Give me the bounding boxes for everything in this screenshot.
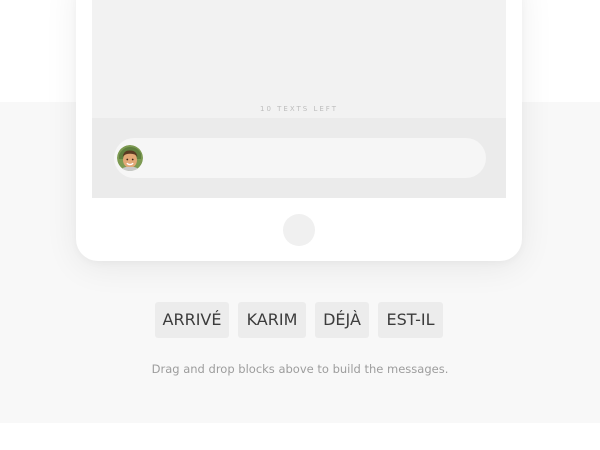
texts-left-counter: 10 TEXTS LEFT	[260, 105, 338, 113]
message-drop-field[interactable]	[114, 138, 486, 178]
page: 10 TEXTS LEFT ARRIVÉ KARIM DÉJÀ EST-IL D…	[0, 0, 600, 450]
avatar-portrait-icon	[117, 145, 143, 171]
word-block-arrive[interactable]: ARRIVÉ	[155, 302, 229, 338]
message-input-bar	[92, 118, 506, 198]
word-block-deja[interactable]: DÉJÀ	[315, 302, 369, 338]
phone-home-button	[283, 214, 315, 246]
word-block-est-il[interactable]: EST-IL	[378, 302, 443, 338]
user-avatar	[117, 145, 143, 171]
word-block-karim[interactable]: KARIM	[238, 302, 306, 338]
drag-drop-instructions: Drag and drop blocks above to build the …	[151, 362, 449, 376]
phone-mockup: 10 TEXTS LEFT	[76, 0, 522, 261]
phone-screen: 10 TEXTS LEFT	[92, 0, 506, 198]
